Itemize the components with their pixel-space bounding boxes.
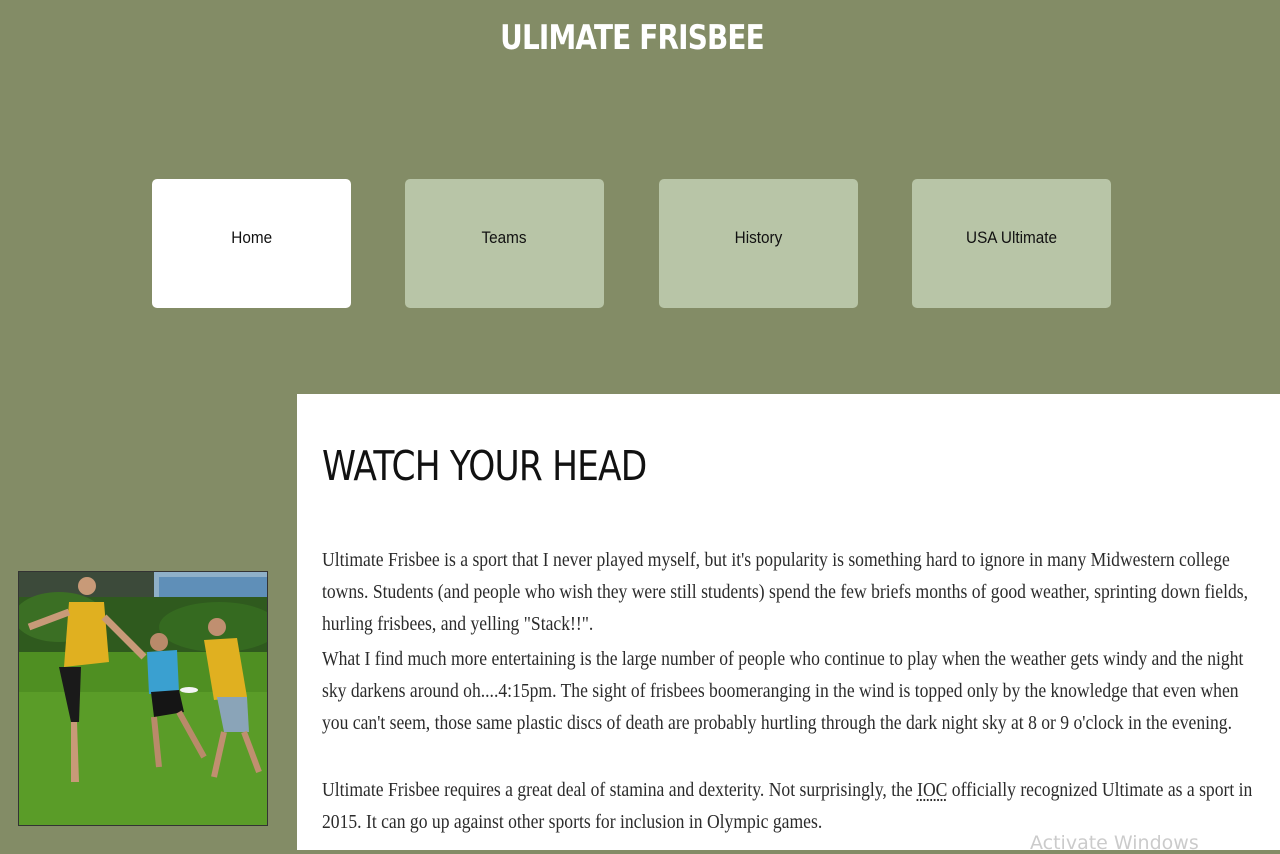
frisbee-players-photo — [18, 571, 268, 826]
activate-windows-watermark: Activate Windows — [1030, 832, 1199, 854]
paragraph-1: Ultimate Frisbee is a sport that I never… — [322, 549, 1248, 635]
nav-usa-ultimate-label: USA Ultimate — [966, 227, 1057, 247]
nav-usa-ultimate-button[interactable]: USA Ultimate — [912, 179, 1111, 308]
ioc-abbreviation[interactable]: IOC — [917, 779, 947, 801]
nav-history-button[interactable]: History — [659, 179, 858, 308]
nav-teams-button[interactable]: Teams — [405, 179, 604, 308]
main-content: WATCH YOUR HEAD Ultimate Frisbee is a sp… — [297, 394, 1280, 850]
paragraph-3-text-before: Ultimate Frisbee requires a great deal o… — [322, 779, 918, 801]
nav-home-button[interactable]: Home — [152, 179, 351, 308]
paragraph-2: What I find much more entertaining is th… — [322, 648, 1244, 734]
nav-history-label: History — [734, 227, 783, 247]
nav-teams-label: Teams — [481, 227, 528, 247]
nav-home-label: Home — [231, 227, 272, 247]
page-heading: WATCH YOUR HEAD — [322, 442, 647, 490]
site-title: ULIMATE FRISBEE — [500, 18, 765, 58]
paragraph-3: Ultimate Frisbee requires a great deal o… — [322, 774, 1266, 838]
